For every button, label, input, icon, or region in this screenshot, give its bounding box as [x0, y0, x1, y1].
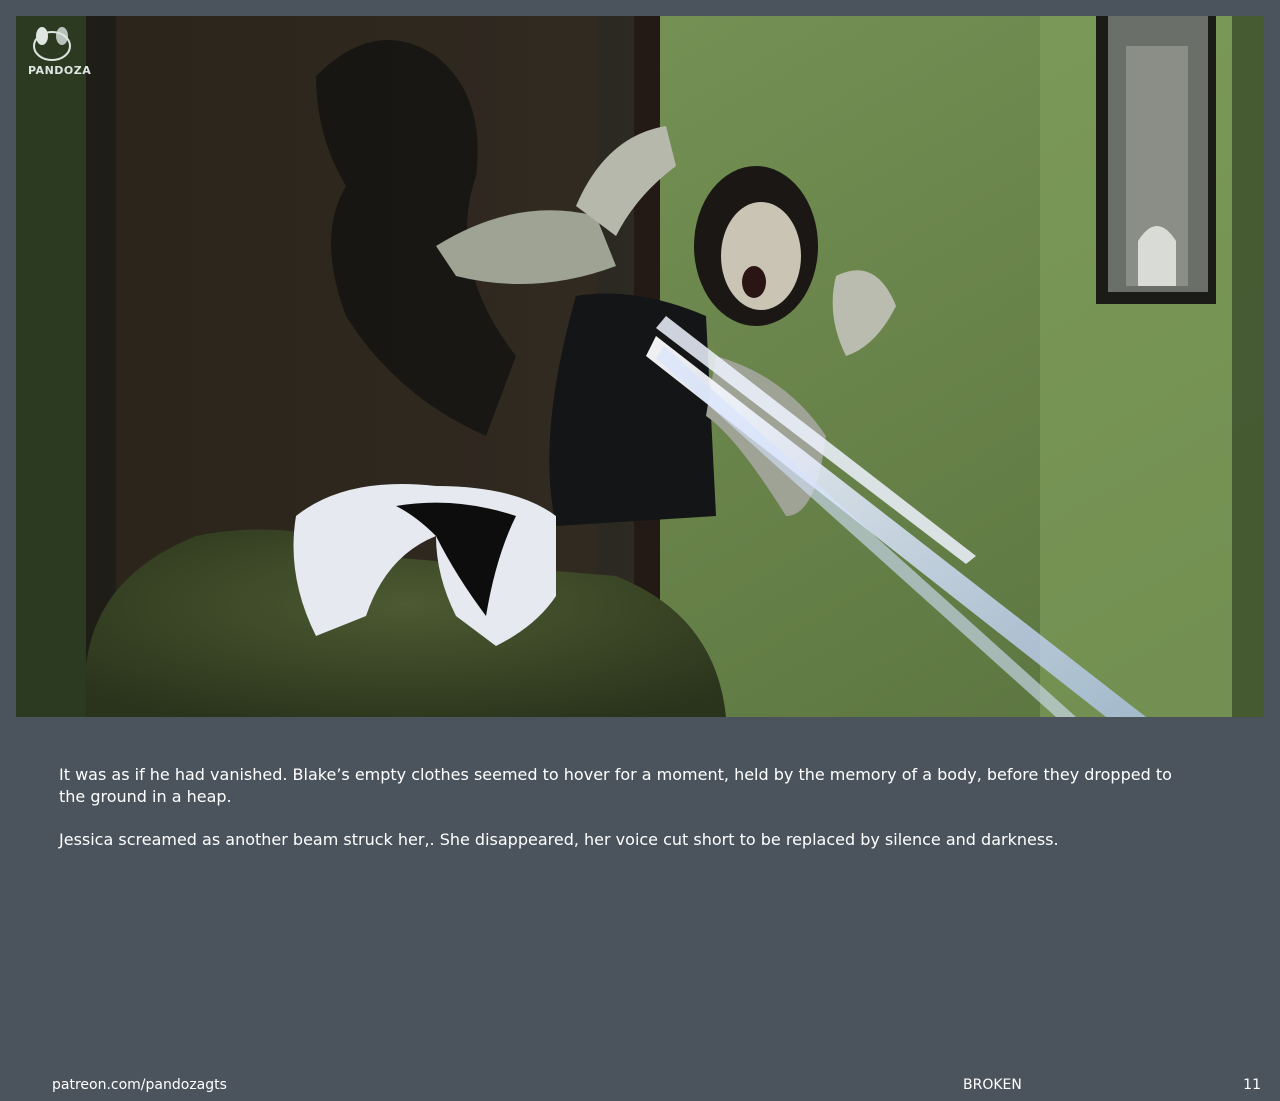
- panda-face-icon: [33, 27, 71, 61]
- page-number: 11: [1243, 1077, 1261, 1093]
- narration-text: It was as if he had vanished. Blake’s em…: [59, 764, 1199, 872]
- narration-paragraph-2: Jessica screamed as another beam struck …: [59, 830, 1059, 849]
- comic-title: BROKEN: [963, 1077, 1022, 1093]
- comic-panel-image: PANDOZA: [16, 16, 1264, 717]
- pandoza-logo: PANDOZA: [28, 24, 92, 84]
- scene-illustration: [16, 16, 1264, 717]
- patreon-link[interactable]: patreon.com/pandozagts: [52, 1076, 227, 1094]
- logo-text: PANDOZA: [28, 64, 92, 77]
- narration-paragraph-1: It was as if he had vanished. Blake’s em…: [59, 765, 1172, 806]
